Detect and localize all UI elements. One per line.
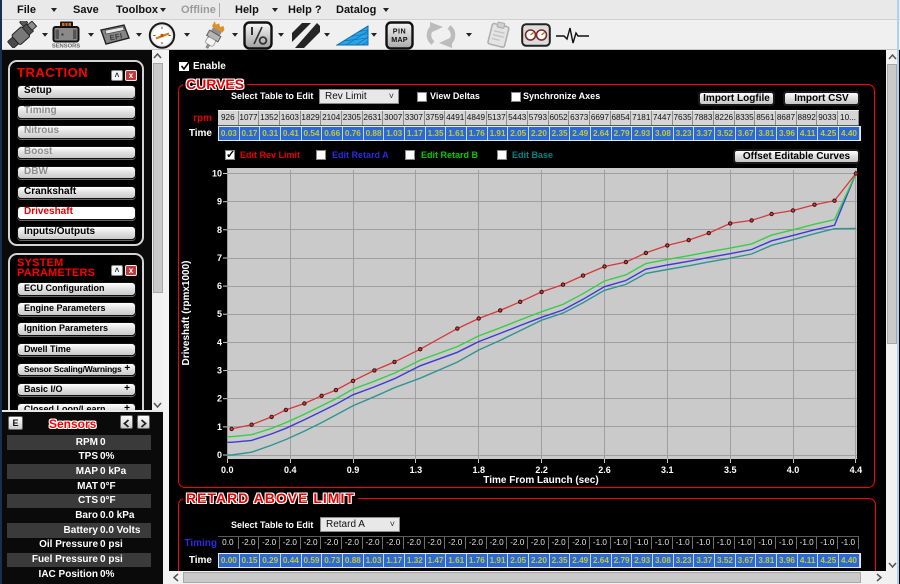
svg-text:8: 8 [217, 225, 222, 235]
svg-text:1.3: 1.3 [410, 465, 423, 475]
svg-text:SENSORS: SENSORS [52, 44, 80, 50]
svg-text:Driveshaft (rpmx1000): Driveshaft (rpmx1000) [181, 260, 192, 365]
svg-text:4.0: 4.0 [787, 465, 800, 475]
svg-text:10: 10 [212, 169, 222, 179]
svg-text:1.8: 1.8 [472, 465, 485, 475]
svg-text:7: 7 [217, 253, 222, 263]
svg-text:0.4: 0.4 [284, 465, 297, 475]
svg-text:3.1: 3.1 [661, 465, 674, 475]
svg-text:6: 6 [217, 281, 222, 291]
svg-text:2.6: 2.6 [598, 465, 611, 475]
svg-text:0: 0 [217, 450, 222, 460]
svg-text:MAP: MAP [391, 35, 408, 44]
svg-text:3.5: 3.5 [724, 465, 737, 475]
svg-text:2.2: 2.2 [535, 465, 548, 475]
svg-text:3: 3 [217, 366, 222, 376]
svg-text:Time From Launch (sec): Time From Launch (sec) [483, 475, 598, 486]
svg-text:0.9: 0.9 [347, 465, 360, 475]
svg-text:5: 5 [217, 309, 222, 319]
svg-text:9: 9 [217, 197, 222, 207]
svg-text:2: 2 [217, 394, 222, 404]
svg-text:4.4: 4.4 [850, 465, 863, 475]
svg-text:0.0: 0.0 [221, 465, 234, 475]
svg-text:4: 4 [217, 337, 222, 347]
svg-text:1: 1 [217, 422, 222, 432]
